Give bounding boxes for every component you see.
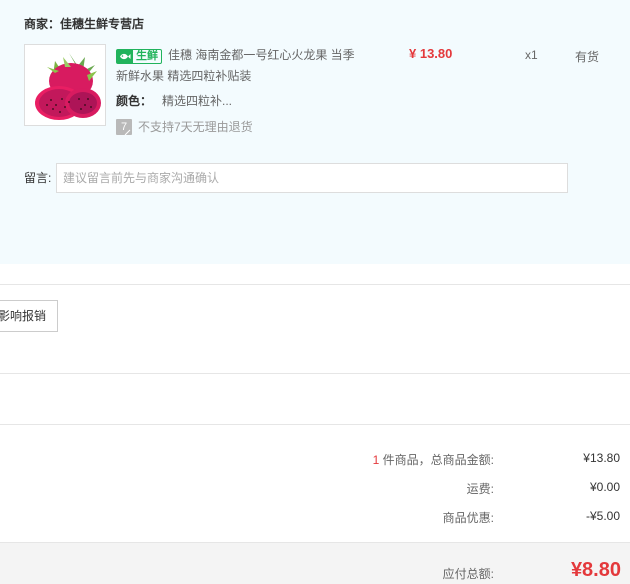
divider	[0, 284, 630, 285]
no-return-icon: 7	[116, 118, 132, 135]
stock-status: 有货	[575, 50, 600, 64]
attribute-key: 颜色：	[116, 94, 153, 108]
merchant-name[interactable]: 佳穗生鲜专营店	[60, 17, 144, 31]
divider	[0, 424, 630, 425]
shipping-label: 运费:	[466, 482, 494, 496]
product-attribute: 颜色： 精选四粒补...	[116, 92, 232, 109]
goods-total-value: ¥13.80	[583, 451, 620, 465]
dragon-fruit-image	[25, 45, 105, 125]
fresh-tag: 生鲜	[116, 49, 162, 64]
note-label: 留言:	[24, 171, 52, 185]
payable-amount: ¥8.80	[570, 559, 621, 581]
goods-total-label: 1 件商品，总商品金额:	[373, 451, 494, 468]
discount-value: -¥5.00	[585, 509, 620, 523]
shipping-value: ¥0.00	[589, 480, 620, 494]
note-input[interactable]	[56, 163, 568, 193]
fresh-tag-label: 生鲜	[136, 50, 158, 62]
product-thumbnail[interactable]	[24, 44, 106, 126]
payable-label: 应付总额:	[442, 567, 494, 581]
return-policy: 7 不支持7天无理由退货	[116, 118, 253, 135]
return-policy-text: 不支持7天无理由退货	[138, 120, 253, 134]
attribute-value: 精选四粒补...	[162, 94, 233, 108]
unit-price: ¥ 13.80	[409, 46, 453, 61]
merchant-row: 商家：佳穗生鲜专营店	[24, 15, 144, 32]
merchant-label: 商家：	[24, 17, 61, 31]
item-count-suffix: 件商品，总商品金额:	[379, 453, 494, 467]
payable-bar: 应付总额: ¥8.80	[0, 542, 630, 584]
fish-icon	[117, 50, 133, 63]
product-title[interactable]: 生鲜 佳穗 海南金都一号红心火龙果 当季新鲜水果 精选四粒补贴装	[116, 45, 366, 87]
discount-label: 商品优惠:	[442, 511, 494, 525]
invoice-button[interactable]: 影响报销	[0, 300, 58, 332]
divider	[0, 373, 630, 374]
order-block: 商家：佳穗生鲜专营店 生鲜 佳穗 海南金都一号红心火龙果 当季新鲜水果 精选四粒…	[0, 0, 630, 264]
quantity: x1	[525, 48, 538, 62]
